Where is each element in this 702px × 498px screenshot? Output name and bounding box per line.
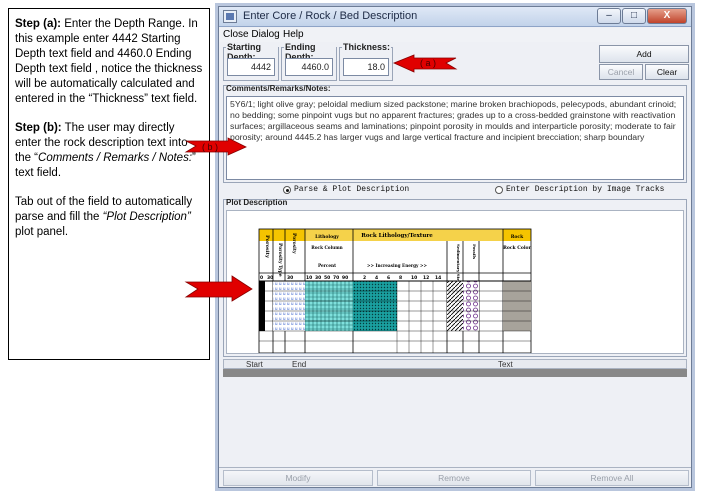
- callout-plot-arrow: [184, 275, 253, 302]
- callout-a-label: ( a ): [420, 58, 436, 68]
- callout-overlay: ( a ) ( b ): [184, 54, 458, 302]
- callout-b-arrow: ( b ): [184, 137, 247, 156]
- callout-b-label: ( b ): [202, 142, 218, 152]
- callout-a-arrow: ( a ): [392, 54, 458, 73]
